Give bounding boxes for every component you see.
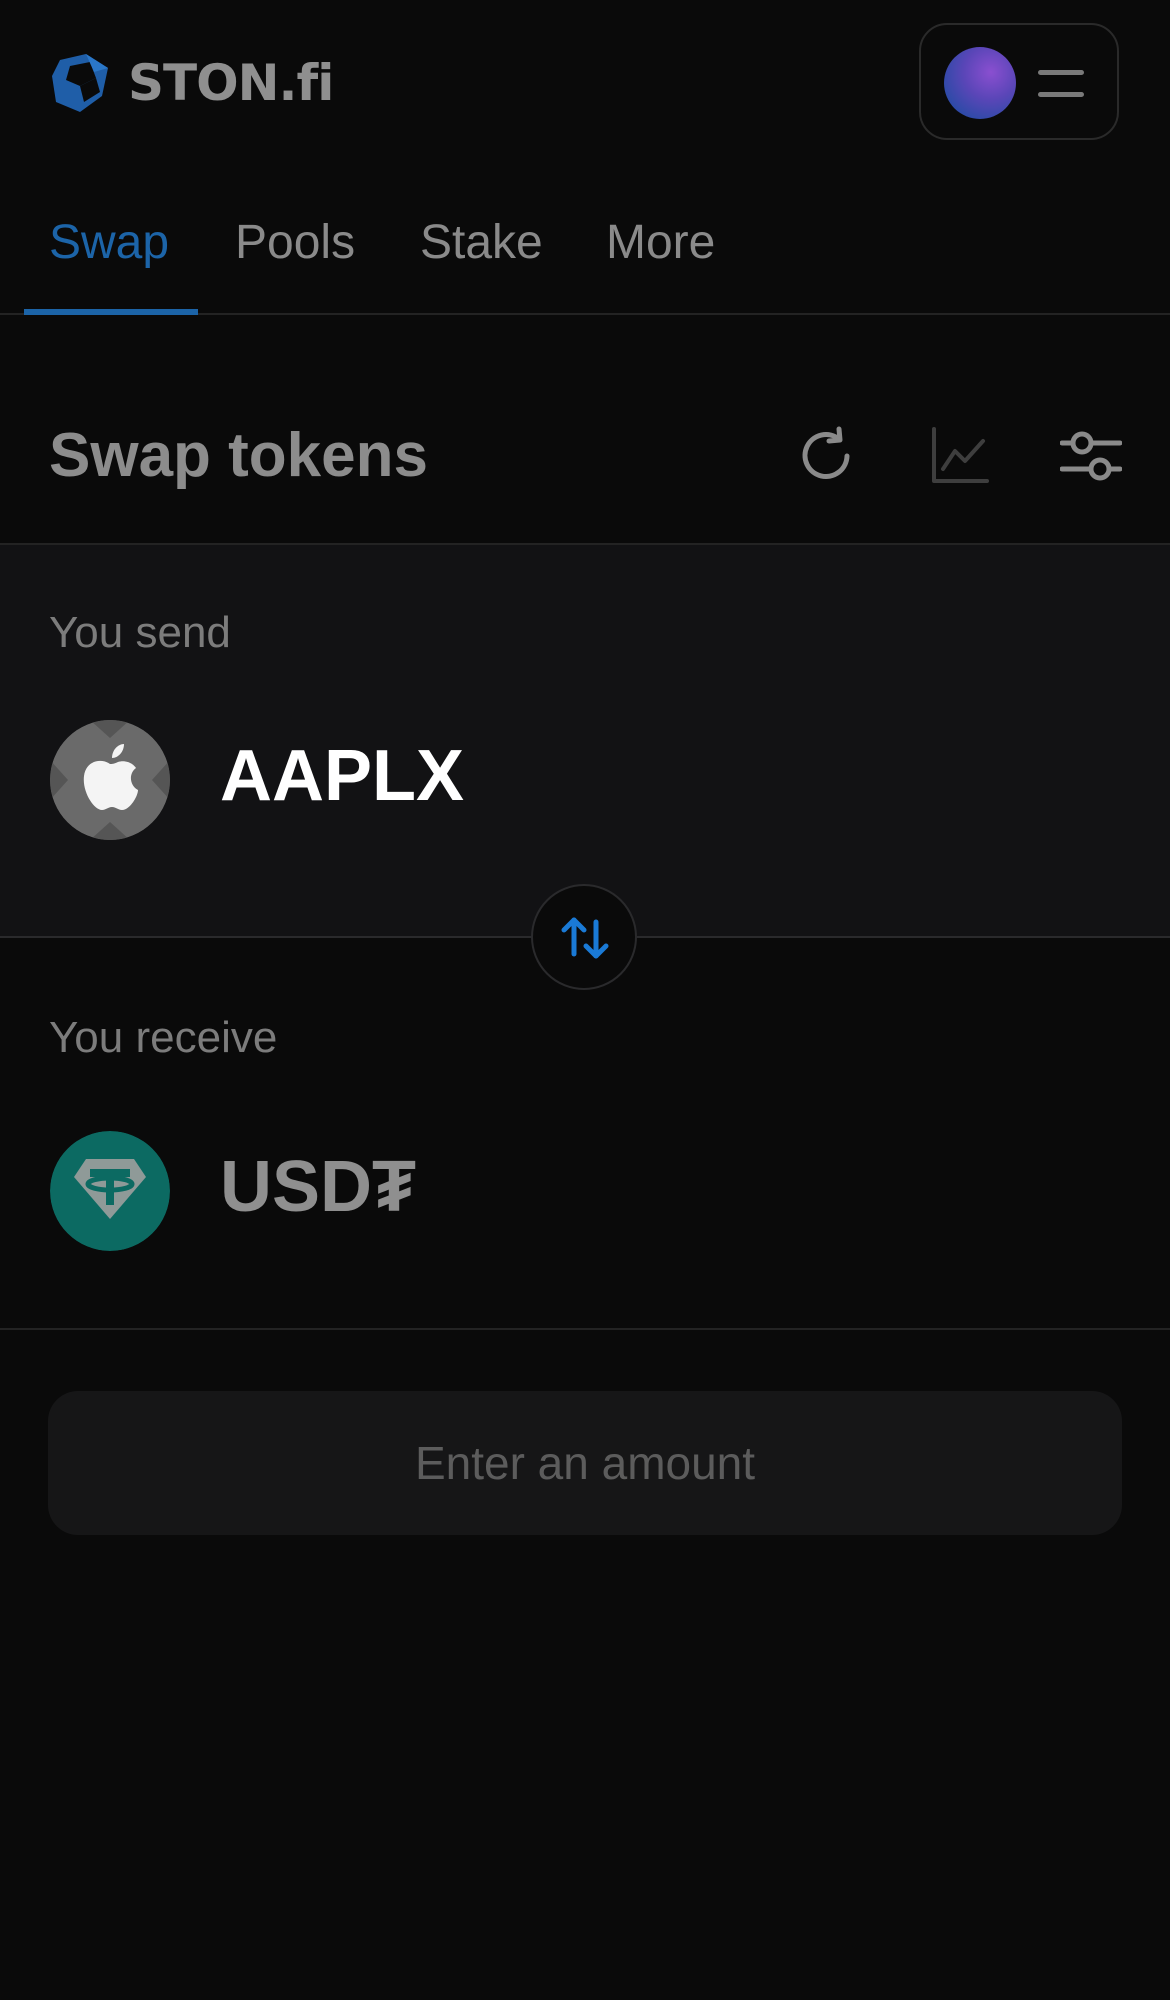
send-panel: You send AAPLX — [0, 545, 1170, 938]
swap-header: Swap tokens — [0, 380, 1170, 545]
enter-amount-button[interactable]: Enter an amount — [48, 1391, 1122, 1535]
switch-tokens-button[interactable] — [531, 884, 637, 990]
receive-label: You receive — [49, 1013, 278, 1062]
tab-more[interactable]: More — [606, 215, 715, 270]
sliders-icon[interactable] — [1060, 425, 1122, 487]
account-menu-button[interactable] — [919, 23, 1119, 140]
main-tabs: Swap Pools Stake More — [0, 195, 1170, 315]
logo-text: STON.fi — [128, 54, 334, 112]
tether-token-icon[interactable] — [50, 1131, 170, 1251]
tab-stake[interactable]: Stake — [420, 215, 543, 270]
send-label: You send — [49, 608, 231, 657]
swap-arrows-icon — [561, 917, 609, 959]
receive-token-name[interactable]: USD₮ — [220, 1146, 416, 1228]
receive-panel: You receive USD₮ — [0, 938, 1170, 1330]
tab-swap[interactable]: Swap — [49, 215, 169, 270]
wallet-avatar — [944, 47, 1016, 119]
active-tab-indicator — [24, 309, 198, 315]
apple-token-icon[interactable] — [50, 720, 170, 840]
page-title: Swap tokens — [49, 421, 428, 490]
send-token-name[interactable]: AAPLX — [220, 735, 464, 817]
logo[interactable]: STON.fi — [50, 52, 334, 114]
tab-pools[interactable]: Pools — [235, 215, 355, 270]
top-bar: STON.fi — [0, 0, 1170, 165]
refresh-icon[interactable] — [797, 425, 859, 487]
chart-icon[interactable] — [929, 425, 991, 487]
ston-logo-icon — [52, 54, 108, 112]
hamburger-menu-icon — [1038, 66, 1084, 100]
